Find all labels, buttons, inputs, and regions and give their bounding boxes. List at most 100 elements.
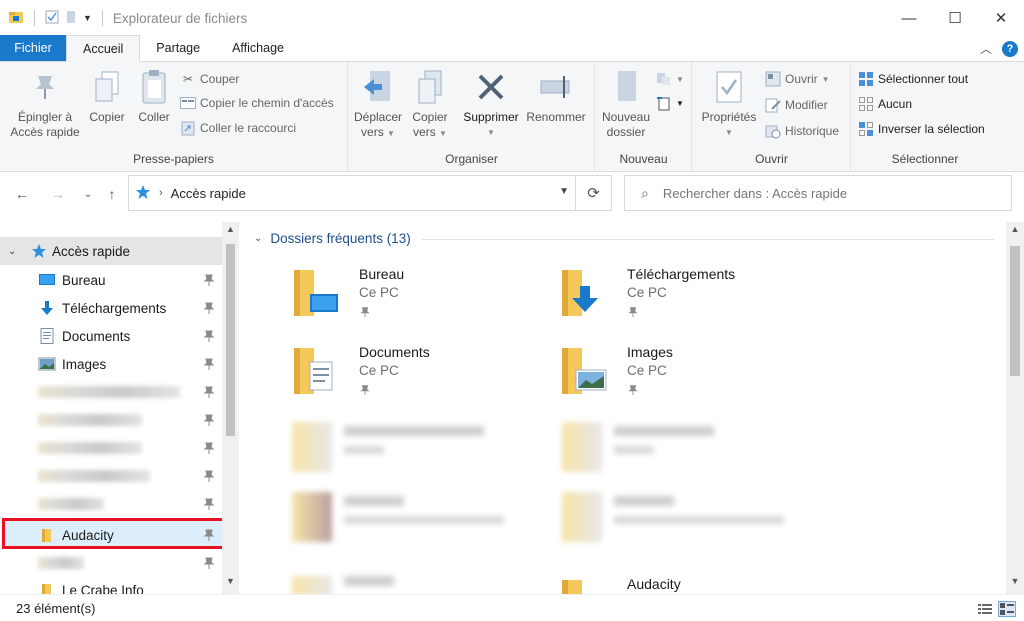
address-bar[interactable]: › Accès rapide ▼ ⟳ [128, 175, 612, 211]
scroll-up-icon[interactable]: ▲ [222, 224, 239, 240]
customize-quick-access-icon[interactable]: ▼ [83, 13, 92, 23]
obscured-tile[interactable] [288, 488, 518, 548]
nav-item-documents[interactable]: Documents [0, 322, 222, 350]
new-folder-button[interactable]: Nouveau dossier [598, 68, 654, 140]
pin-icon[interactable] [202, 441, 216, 455]
nav-item-pictures[interactable]: Images [0, 350, 222, 378]
history-button[interactable]: Historique [765, 120, 839, 142]
collapse-chevron-icon[interactable]: ⌄ [254, 233, 262, 244]
content-scrollbar[interactable]: ▲ ▼ [1006, 222, 1024, 594]
scroll-down-icon[interactable]: ▼ [222, 576, 239, 592]
scrollbar-thumb[interactable] [226, 244, 235, 436]
select-none-button[interactable]: Aucun [858, 93, 912, 115]
pin-icon[interactable] [202, 329, 216, 343]
copy-path-button[interactable]: Copier le chemin d'accès [180, 92, 334, 114]
move-to-button[interactable]: Déplacer vers ▼ [353, 68, 403, 141]
delete-button[interactable]: Supprimer ▼ [461, 68, 521, 140]
properties-quick-icon[interactable] [45, 10, 59, 27]
breadcrumb-separator-icon[interactable]: › [159, 187, 163, 199]
recent-locations-chevron-icon[interactable]: ⌄ [78, 184, 98, 204]
invert-selection-button[interactable]: Inverser la sélection [858, 118, 985, 140]
maximize-button[interactable]: ☐ [932, 0, 978, 36]
address-dropdown-icon[interactable]: ▼ [559, 186, 569, 197]
tab-home[interactable]: Accueil [66, 35, 141, 62]
folder-tile-desktop[interactable]: Bureau Ce PC [292, 266, 542, 328]
rename-button[interactable]: Renommer [525, 68, 587, 125]
pin-icon[interactable] [202, 385, 216, 399]
refresh-icon[interactable]: ⟳ [575, 176, 611, 210]
new-folder-quick-icon[interactable] [65, 10, 77, 27]
forward-arrow-icon[interactable]: → [48, 184, 68, 204]
pin-icon[interactable] [202, 556, 216, 570]
pin-icon[interactable] [202, 273, 216, 287]
paste-label: Coller [138, 110, 170, 124]
scrollbar-thumb[interactable] [1010, 246, 1020, 376]
copy-to-button[interactable]: Copier vers ▼ [407, 68, 453, 141]
nav-item-le-crabe-info[interactable]: Le Crabe Info [0, 576, 222, 594]
nav-item-obscured[interactable] [0, 490, 222, 518]
tiles-view-icon[interactable] [998, 601, 1016, 617]
pin-quick-access-button[interactable]: Épingler à Accès rapide [8, 68, 82, 140]
paste-shortcut-button[interactable]: Coller le raccourci [180, 117, 296, 139]
back-arrow-icon[interactable]: ← [12, 184, 32, 204]
obscured-tile[interactable] [288, 418, 518, 478]
expand-chevron-icon[interactable]: ⌄ [8, 246, 16, 257]
pin-icon[interactable] [202, 528, 216, 542]
download-arrow-icon [41, 301, 53, 315]
tab-view[interactable]: Affichage [216, 35, 300, 61]
tab-share[interactable]: Partage [140, 35, 216, 61]
details-view-icon[interactable] [976, 601, 994, 617]
scroll-down-icon[interactable]: ▼ [1006, 576, 1024, 592]
obscured-tile[interactable] [558, 488, 798, 548]
collapse-ribbon-icon[interactable]: ︿ [980, 40, 992, 57]
pin-icon[interactable] [359, 384, 371, 396]
edit-button[interactable]: Modifier [765, 94, 828, 116]
pin-icon[interactable] [202, 413, 216, 427]
copy-button[interactable]: Copier [84, 68, 130, 125]
nav-item-obscured[interactable] [0, 378, 222, 406]
pin-icon[interactable] [202, 469, 216, 483]
minimize-button[interactable]: — [886, 0, 932, 36]
obscured-tile[interactable] [558, 418, 738, 478]
navigation-scrollbar[interactable]: ▲ ▼ [222, 222, 239, 594]
new-item-button[interactable]: ▼ [656, 68, 684, 90]
folder-tile-documents[interactable]: Documents Ce PC [292, 344, 542, 406]
properties-button[interactable]: Propriétés ▼ [697, 68, 761, 140]
scroll-up-icon[interactable]: ▲ [1006, 224, 1024, 240]
new-folder-label-1: Nouveau [601, 110, 651, 124]
easy-access-button[interactable]: ▼ [656, 92, 684, 114]
pin-icon[interactable] [202, 497, 216, 511]
nav-item-obscured[interactable] [0, 549, 222, 577]
window-title: Explorateur de fichiers [112, 10, 248, 26]
history-icon [765, 123, 781, 139]
open-button[interactable]: Ouvrir ▼ [765, 68, 830, 90]
obscured-tile[interactable] [288, 572, 438, 594]
cut-button[interactable]: ✂ Couper [180, 68, 239, 90]
paste-button[interactable]: Coller [132, 68, 176, 125]
nav-quick-access[interactable]: ⌄ Accès rapide [0, 237, 222, 265]
nav-item-obscured[interactable] [0, 406, 222, 434]
up-arrow-icon[interactable]: ↑ [102, 184, 122, 204]
folder-tile-downloads[interactable]: Téléchargements Ce PC [560, 266, 810, 328]
pin-icon[interactable] [202, 301, 216, 315]
help-icon[interactable]: ? [1002, 40, 1018, 57]
section-header[interactable]: ⌄ Dossiers fréquents (13) [254, 231, 411, 246]
pin-icon[interactable] [359, 306, 371, 318]
nav-item-downloads[interactable]: Téléchargements [0, 294, 222, 322]
pin-icon[interactable] [627, 384, 639, 396]
folder-tile-audacity[interactable]: Audacity [560, 576, 810, 594]
nav-item-desktop[interactable]: Bureau [0, 266, 222, 294]
search-input[interactable] [662, 185, 963, 201]
close-button[interactable]: ✕ [978, 0, 1024, 36]
nav-item-obscured[interactable] [0, 462, 222, 490]
breadcrumb[interactable]: Accès rapide [171, 186, 246, 201]
pin-icon[interactable] [627, 306, 639, 318]
search-box[interactable]: ⌕ [624, 175, 1012, 211]
select-all-button[interactable]: Sélectionner tout [858, 68, 968, 90]
pin-icon[interactable] [202, 357, 216, 371]
nav-item-audacity-highlighted[interactable]: Audacity [0, 521, 222, 549]
status-bar: 23 élément(s) [0, 594, 1024, 621]
tab-file[interactable]: Fichier [0, 35, 66, 61]
nav-item-obscured[interactable] [0, 434, 222, 462]
folder-tile-pictures[interactable]: Images Ce PC [560, 344, 810, 406]
